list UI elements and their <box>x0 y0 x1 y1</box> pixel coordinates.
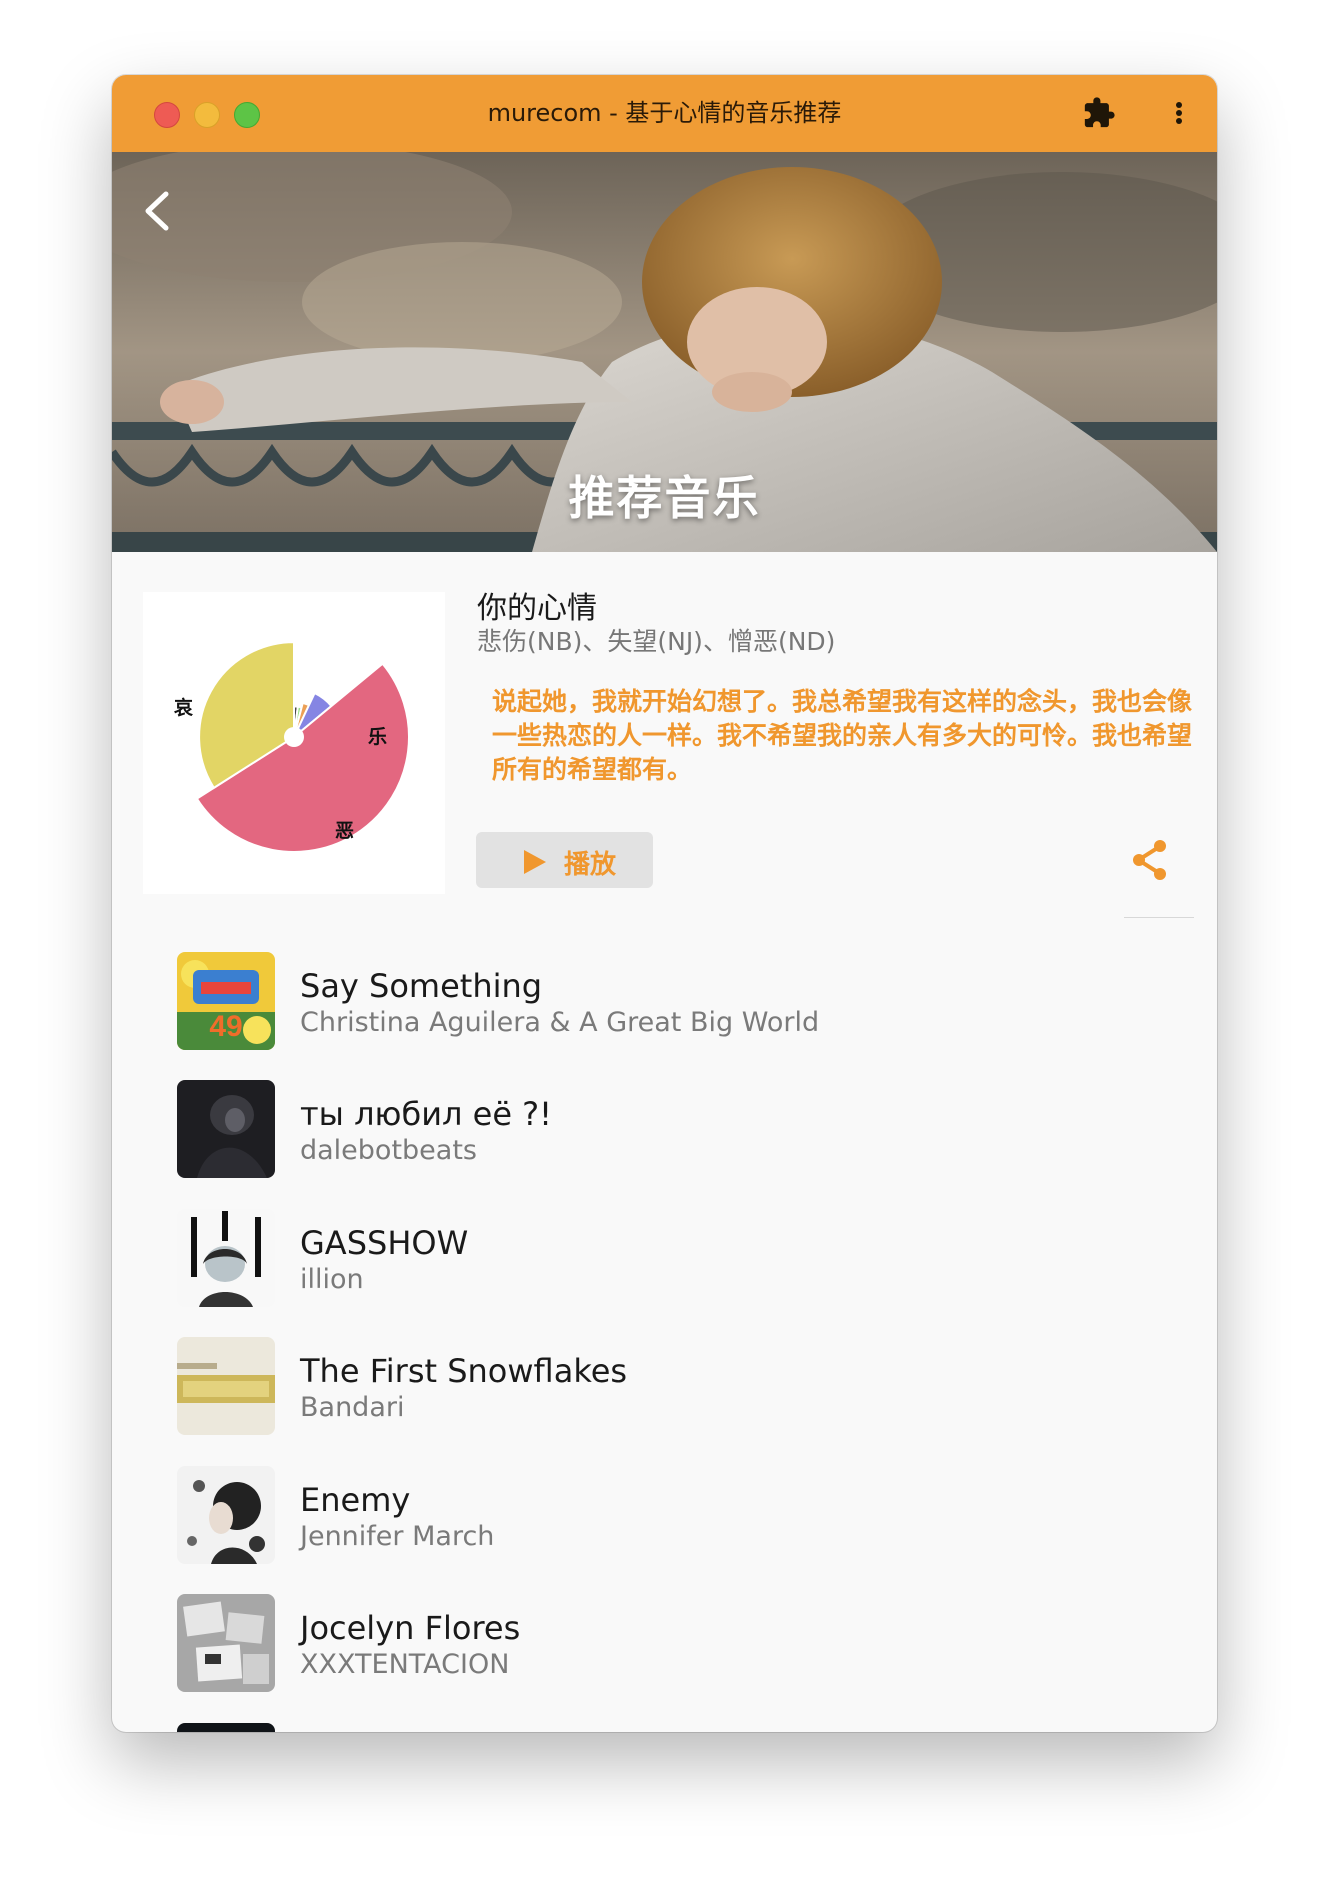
track-item[interactable]: 49 Say Something Christina Aguilera & A … <box>177 952 1157 1052</box>
title-bar: murecom - 基于心情的音乐推荐 <box>112 75 1217 152</box>
divider <box>1124 917 1194 918</box>
track-artist: Jennifer March <box>300 1521 495 1552</box>
track-item[interactable]: GASSHOW illion <box>177 1209 1157 1309</box>
pie-label-disgust: 恶 <box>335 820 355 842</box>
pie-label-sorrow: 哀 <box>174 697 194 719</box>
album-cover: 49 <box>177 952 275 1050</box>
play-button[interactable]: 播放 <box>476 832 653 888</box>
pie-label-joy: 乐 <box>368 726 388 748</box>
album-cover <box>177 1594 275 1692</box>
track-item[interactable]: Enemy Jennifer March <box>177 1466 1157 1566</box>
hero-banner: 推荐音乐 <box>112 152 1217 552</box>
track-title: Jocelyn Flores <box>300 1609 521 1647</box>
play-icon <box>524 850 546 874</box>
track-title: Say Something <box>300 967 543 1005</box>
window-title: murecom - 基于心情的音乐推荐 <box>487 99 842 127</box>
track-title: The First Snowflakes <box>300 1352 628 1390</box>
album-cover <box>177 1466 275 1564</box>
play-button-label: 播放 <box>564 850 617 880</box>
track-item[interactable]: ты любил её ?! dalebotbeats <box>177 1080 1157 1180</box>
mood-heading: 你的心情 <box>477 591 597 626</box>
pie-center <box>284 727 304 747</box>
mood-emotions: 悲伤(NB)、失望(NJ)、憎恶(ND) <box>477 627 836 656</box>
track-artist: illion <box>300 1264 364 1295</box>
track-artist: Christina Aguilera & A Great Big World <box>300 1007 820 1038</box>
svg-text:49: 49 <box>209 1010 242 1043</box>
track-title: GASSHOW <box>300 1224 469 1262</box>
track-item[interactable]: The First Snowflakes Bandari <box>177 1337 1157 1437</box>
share-icon[interactable] <box>1126 836 1174 884</box>
chevron-left-icon[interactable] <box>136 186 180 236</box>
track-artist: XXXTENTACION <box>300 1649 510 1680</box>
album-cover <box>177 1337 275 1435</box>
app-window: murecom - 基于心情的音乐推荐 推荐音乐 哀 乐 恶 你的心情 悲伤(N… <box>112 75 1217 1732</box>
track-title: ты любил её ?! <box>300 1095 552 1133</box>
album-cover <box>177 1209 275 1307</box>
track-item[interactable] <box>177 1723 1157 1732</box>
album-cover <box>177 1080 275 1178</box>
more-vertical-icon[interactable] <box>1162 96 1196 130</box>
mood-pie-chart: 哀 乐 恶 <box>143 592 445 894</box>
track-artist: dalebotbeats <box>300 1135 477 1166</box>
track-title: Enemy <box>300 1481 411 1519</box>
track-item[interactable]: Jocelyn Flores XXXTENTACION <box>177 1594 1157 1694</box>
page-title: 推荐音乐 <box>568 471 761 525</box>
mood-description: 说起她，我就开始幻想了。我总希望我有这样的念头，我也会像一些热恋的人一样。我不希… <box>492 687 1193 784</box>
puzzle-icon[interactable] <box>1082 96 1116 130</box>
album-cover <box>177 1723 275 1732</box>
track-artist: Bandari <box>300 1392 405 1423</box>
